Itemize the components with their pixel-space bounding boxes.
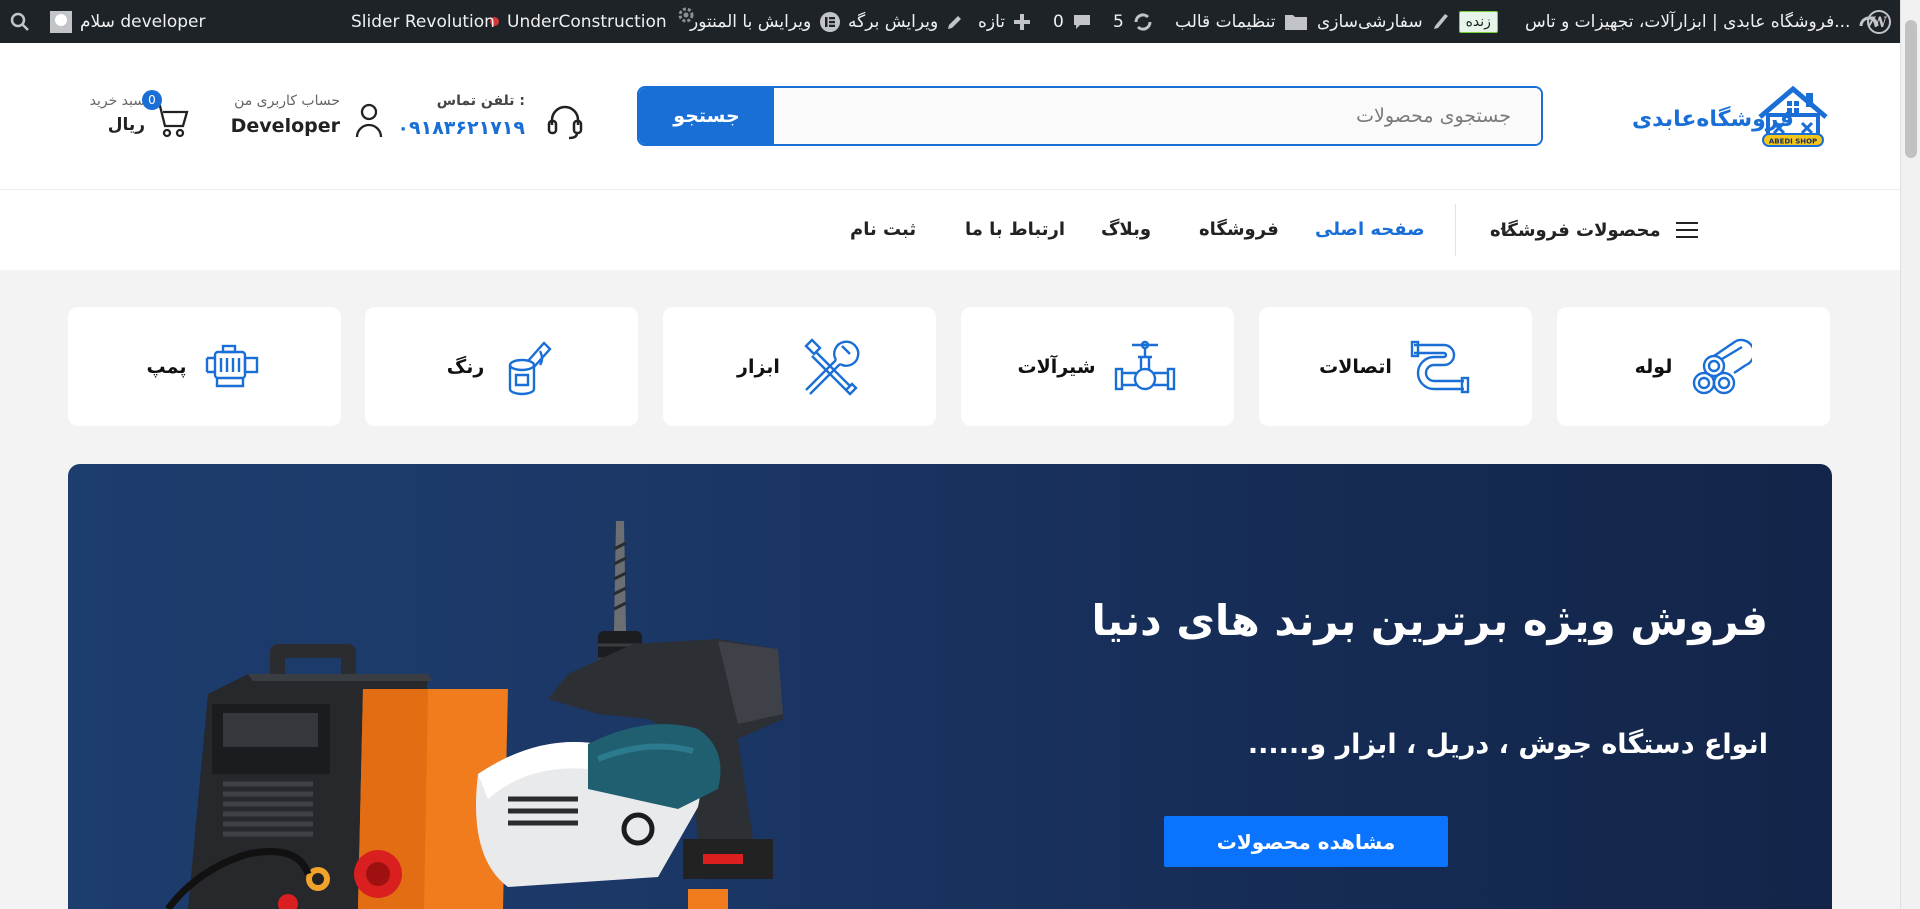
nav-home[interactable]: صفحه اصلی	[1315, 190, 1425, 270]
category-card-pump[interactable]: پمپ	[68, 307, 341, 426]
customize-text: سفارشی‌سازی	[1317, 11, 1423, 32]
admin-comments[interactable]: 0	[1053, 0, 1092, 43]
angle-grinder-image	[476, 724, 728, 909]
category-cards: لوله اتصالات شیرآلات ابزار رنگ پمپ	[68, 307, 1832, 426]
cart-total: ریال‌	[107, 115, 145, 135]
main-nav: محصولات فروشگاه صفحه اصلی فروشگاه وبلاگ …	[0, 190, 1900, 270]
hamburger-icon	[1675, 222, 1698, 238]
contact-info[interactable]: تلفن تماس : ۰۹۱۸۳۶۲۱۷۱۹	[397, 91, 585, 151]
greeting-text: سلام developer	[80, 11, 206, 32]
nav-shop[interactable]: فروشگاه	[1199, 190, 1279, 270]
hero-title: فروش ویژه برترین برند های دنیا	[1091, 596, 1768, 645]
category-card-pipes[interactable]: لوله	[1557, 307, 1830, 426]
contact-phone: ۰۹۱۸۳۶۲۱۷۱۹	[397, 117, 525, 139]
nav-blog[interactable]: وبلاگ	[1101, 190, 1151, 270]
admin-search-icon[interactable]	[10, 0, 30, 43]
headset-icon	[547, 105, 583, 140]
avatar	[50, 10, 72, 33]
power-tools-image	[165, 521, 783, 909]
contact-label: تلفن تماس :	[436, 93, 525, 109]
category-label: ابزار	[737, 355, 780, 378]
page-scrollbar[interactable]	[1900, 0, 1920, 909]
categories-menu[interactable]: محصولات فروشگاه	[1490, 190, 1800, 270]
site-name-text: فروشگاه عابدی | ابزارآلات، تجهیزات و تاس…	[1525, 11, 1851, 32]
admin-site-name[interactable]: فروشگاه عابدی | ابزارآلات، تجهیزات و تاس…	[1525, 0, 1880, 43]
updates-icon	[1134, 12, 1152, 31]
elementor-icon	[820, 11, 841, 32]
category-label: شیرآلات	[1017, 355, 1096, 378]
edit-page-text: ویرایش برگه	[848, 11, 939, 32]
admin-theme-settings[interactable]: تنظیمات قالب	[1175, 0, 1308, 43]
chevron-down-icon[interactable]	[1498, 222, 1514, 238]
edit-elementor-text: ویرایش با المنتور	[690, 11, 812, 32]
admin-edit-page[interactable]: ویرایش برگه	[848, 0, 964, 43]
house-logo-icon: ABEDI SHOP	[1758, 85, 1828, 147]
comments-count: 0	[1053, 11, 1064, 32]
paint-icon	[509, 340, 552, 395]
admin-account[interactable]: سلام developer	[50, 0, 205, 43]
account-label: حساب کاربری من	[234, 93, 340, 109]
live-badge: زنده	[1458, 10, 1498, 33]
category-label: رنگ	[446, 355, 485, 378]
admin-edit-elementor[interactable]: ویرایش با المنتور	[690, 0, 841, 43]
admin-under-construction[interactable]: UnderConstruction	[490, 0, 697, 43]
category-label: لوله	[1634, 355, 1673, 378]
folder-icon	[1284, 14, 1307, 30]
valve-icon	[1114, 340, 1175, 390]
new-text: تازه	[978, 11, 1006, 32]
category-card-paint[interactable]: رنگ	[365, 307, 638, 426]
category-card-fittings[interactable]: اتصالات	[1259, 307, 1532, 426]
search-bar: جستجو	[637, 86, 1543, 146]
comment-icon	[1073, 14, 1090, 29]
account-name: Developer	[230, 115, 340, 137]
welding-machine-image	[165, 644, 508, 909]
categories-label: محصولات فروشگاه	[1490, 219, 1661, 241]
tools-icon	[804, 337, 860, 396]
brush-icon	[1433, 13, 1448, 29]
admin-customize[interactable]: سفارشی‌سازی زنده	[1317, 0, 1498, 43]
category-label: اتصالات	[1319, 355, 1392, 378]
admin-new[interactable]: تازه	[978, 0, 1031, 43]
slider-revolution-text: Slider Revolution	[351, 11, 495, 32]
plus-icon	[1014, 13, 1031, 30]
nav-divider	[1455, 204, 1456, 256]
category-card-valves[interactable]: شیرآلات	[961, 307, 1234, 426]
logo-badge: ABEDI SHOP	[1769, 138, 1817, 146]
account-link[interactable]: حساب کاربری من Developer	[230, 91, 390, 151]
admin-bar: W فروشگاه عابدی | ابزارآلات، تجهیزات و ت…	[0, 0, 1900, 43]
cart-link[interactable]: سبد خرید ریال‌ 0	[75, 88, 190, 153]
site-logo[interactable]: فروشگاه‌عابدی ABEDI SHOP	[1632, 85, 1832, 151]
pencil-icon	[948, 15, 962, 29]
pipes-icon	[1693, 338, 1753, 394]
theme-settings-text: تنظیمات قالب	[1175, 11, 1276, 32]
admin-slider-revolution[interactable]: Slider Revolution	[351, 0, 495, 43]
updates-count: 5	[1113, 11, 1124, 32]
site-header: فروشگاه‌عابدی ABEDI SHOP جستجو تلفن تماس…	[0, 43, 1900, 190]
admin-updates[interactable]: 5	[1113, 0, 1154, 43]
under-construction-text: UnderConstruction	[507, 11, 667, 32]
pump-icon	[205, 344, 258, 387]
hero-subtitle: انواع دستگاه جوش ، دریل ، ابزار و......	[1247, 729, 1768, 760]
gear-icon	[678, 7, 694, 22]
category-label: پمپ	[146, 355, 187, 378]
cart-label: سبد خرید	[89, 93, 145, 109]
view-products-button[interactable]: مشاهده محصولات	[1164, 816, 1448, 867]
dashboard-icon	[1859, 16, 1879, 26]
cart-count-badge: 0	[142, 90, 162, 110]
search-button[interactable]: جستجو	[639, 88, 774, 144]
fittings-icon	[1410, 340, 1470, 393]
nav-contact[interactable]: ارتباط با ما	[965, 190, 1065, 270]
hero-slider: فروش ویژه برترین برند های دنیا انواع دست…	[68, 464, 1832, 909]
user-icon	[355, 103, 383, 138]
nav-register[interactable]: ثبت نام	[850, 190, 916, 270]
category-card-tools[interactable]: ابزار	[663, 307, 936, 426]
scrollbar-thumb[interactable]	[1905, 20, 1917, 158]
search-input[interactable]	[774, 88, 1541, 144]
